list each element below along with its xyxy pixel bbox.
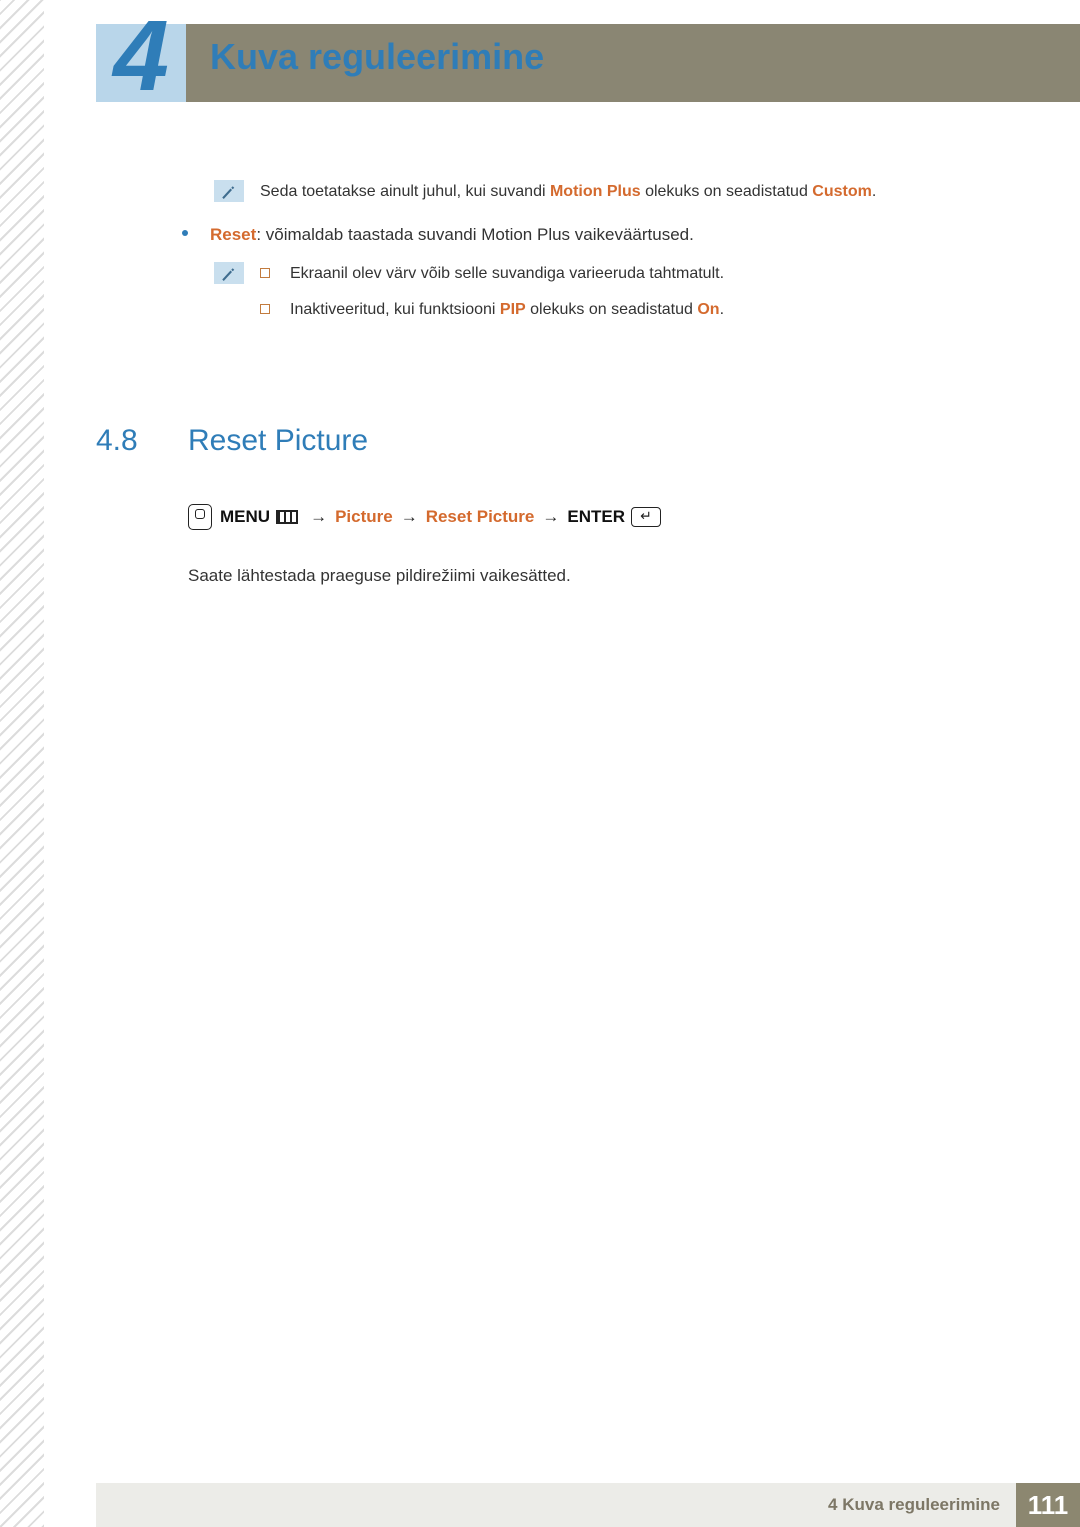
nav-enter-label: ENTER xyxy=(567,507,625,527)
note1-suffix: . xyxy=(872,183,876,200)
note-icon xyxy=(214,262,244,284)
footer-chapter-label: 4 Kuva reguleerimine xyxy=(828,1495,1000,1515)
section-heading: 4.8 Reset Picture xyxy=(96,424,990,458)
sub1-text: Ekraanil olev värv võib selle suvandiga … xyxy=(290,262,724,286)
bullet-text: Reset: võimaldab taastada suvandi Motion… xyxy=(210,222,694,248)
square-bullet-icon xyxy=(260,268,270,278)
body-paragraph: Saate lähtestada praeguse pildirežiimi v… xyxy=(188,566,990,586)
nav-picture: Picture xyxy=(335,507,393,527)
note-row-2: Ekraanil olev värv võib selle suvandiga … xyxy=(214,262,990,334)
sub2-prefix: Inaktiveeritud, kui funktsiooni xyxy=(290,301,500,318)
note1-mid: olekuks on seadistatud xyxy=(641,183,813,200)
sub2-em2: On xyxy=(697,301,719,318)
sublist: Ekraanil olev värv võib selle suvandiga … xyxy=(260,262,724,334)
content-area: Seda toetatakse ainult juhul, kui suvand… xyxy=(96,180,990,586)
left-stripe-decoration xyxy=(0,0,44,1527)
sublist-item-2: Inaktiveeritud, kui funktsiooni PIP olek… xyxy=(260,298,724,322)
footer: 4 Kuva reguleerimine 111 xyxy=(96,1483,1080,1527)
sublist-item-1: Ekraanil olev värv võib selle suvandiga … xyxy=(260,262,724,286)
arrow-icon: → xyxy=(401,507,418,527)
bullet-reset: Reset: võimaldab taastada suvandi Motion… xyxy=(182,222,990,248)
note1-prefix: Seda toetatakse ainult juhul, kui suvand… xyxy=(260,183,550,200)
sub2-text: Inaktiveeritud, kui funktsiooni PIP olek… xyxy=(290,298,724,322)
remote-icon xyxy=(188,504,212,530)
bullet-label: Reset xyxy=(210,225,256,244)
menu-icon xyxy=(276,508,298,526)
note1-em1: Motion Plus xyxy=(550,183,641,200)
menu-path: MENU → Picture → Reset Picture → ENTER xyxy=(188,504,990,530)
bullet-dot-icon xyxy=(182,230,188,236)
square-bullet-icon xyxy=(260,304,270,314)
sub2-mid: olekuks on seadistatud xyxy=(526,301,698,318)
page: 4 Kuva reguleerimine Seda toetatakse ain… xyxy=(0,0,1080,1527)
arrow-icon: → xyxy=(542,507,559,527)
note-text-1: Seda toetatakse ainult juhul, kui suvand… xyxy=(260,180,876,204)
chapter-title: Kuva reguleerimine xyxy=(210,36,544,78)
nav-reset-picture: Reset Picture xyxy=(426,507,535,527)
arrow-icon: → xyxy=(310,507,327,527)
sub2-em1: PIP xyxy=(500,301,526,318)
note1-em2: Custom xyxy=(812,183,872,200)
enter-icon xyxy=(631,507,661,527)
note-row-1: Seda toetatakse ainult juhul, kui suvand… xyxy=(214,180,990,204)
nav-menu-label: MENU xyxy=(220,507,270,527)
chapter-number: 4 xyxy=(96,6,186,106)
section-number: 4.8 xyxy=(96,424,188,458)
sub2-suffix: . xyxy=(720,301,724,318)
note-icon xyxy=(214,180,244,202)
bullet-rest: : võimaldab taastada suvandi Motion Plus… xyxy=(256,225,694,244)
section-title: Reset Picture xyxy=(188,424,368,458)
page-number: 111 xyxy=(1016,1483,1080,1527)
